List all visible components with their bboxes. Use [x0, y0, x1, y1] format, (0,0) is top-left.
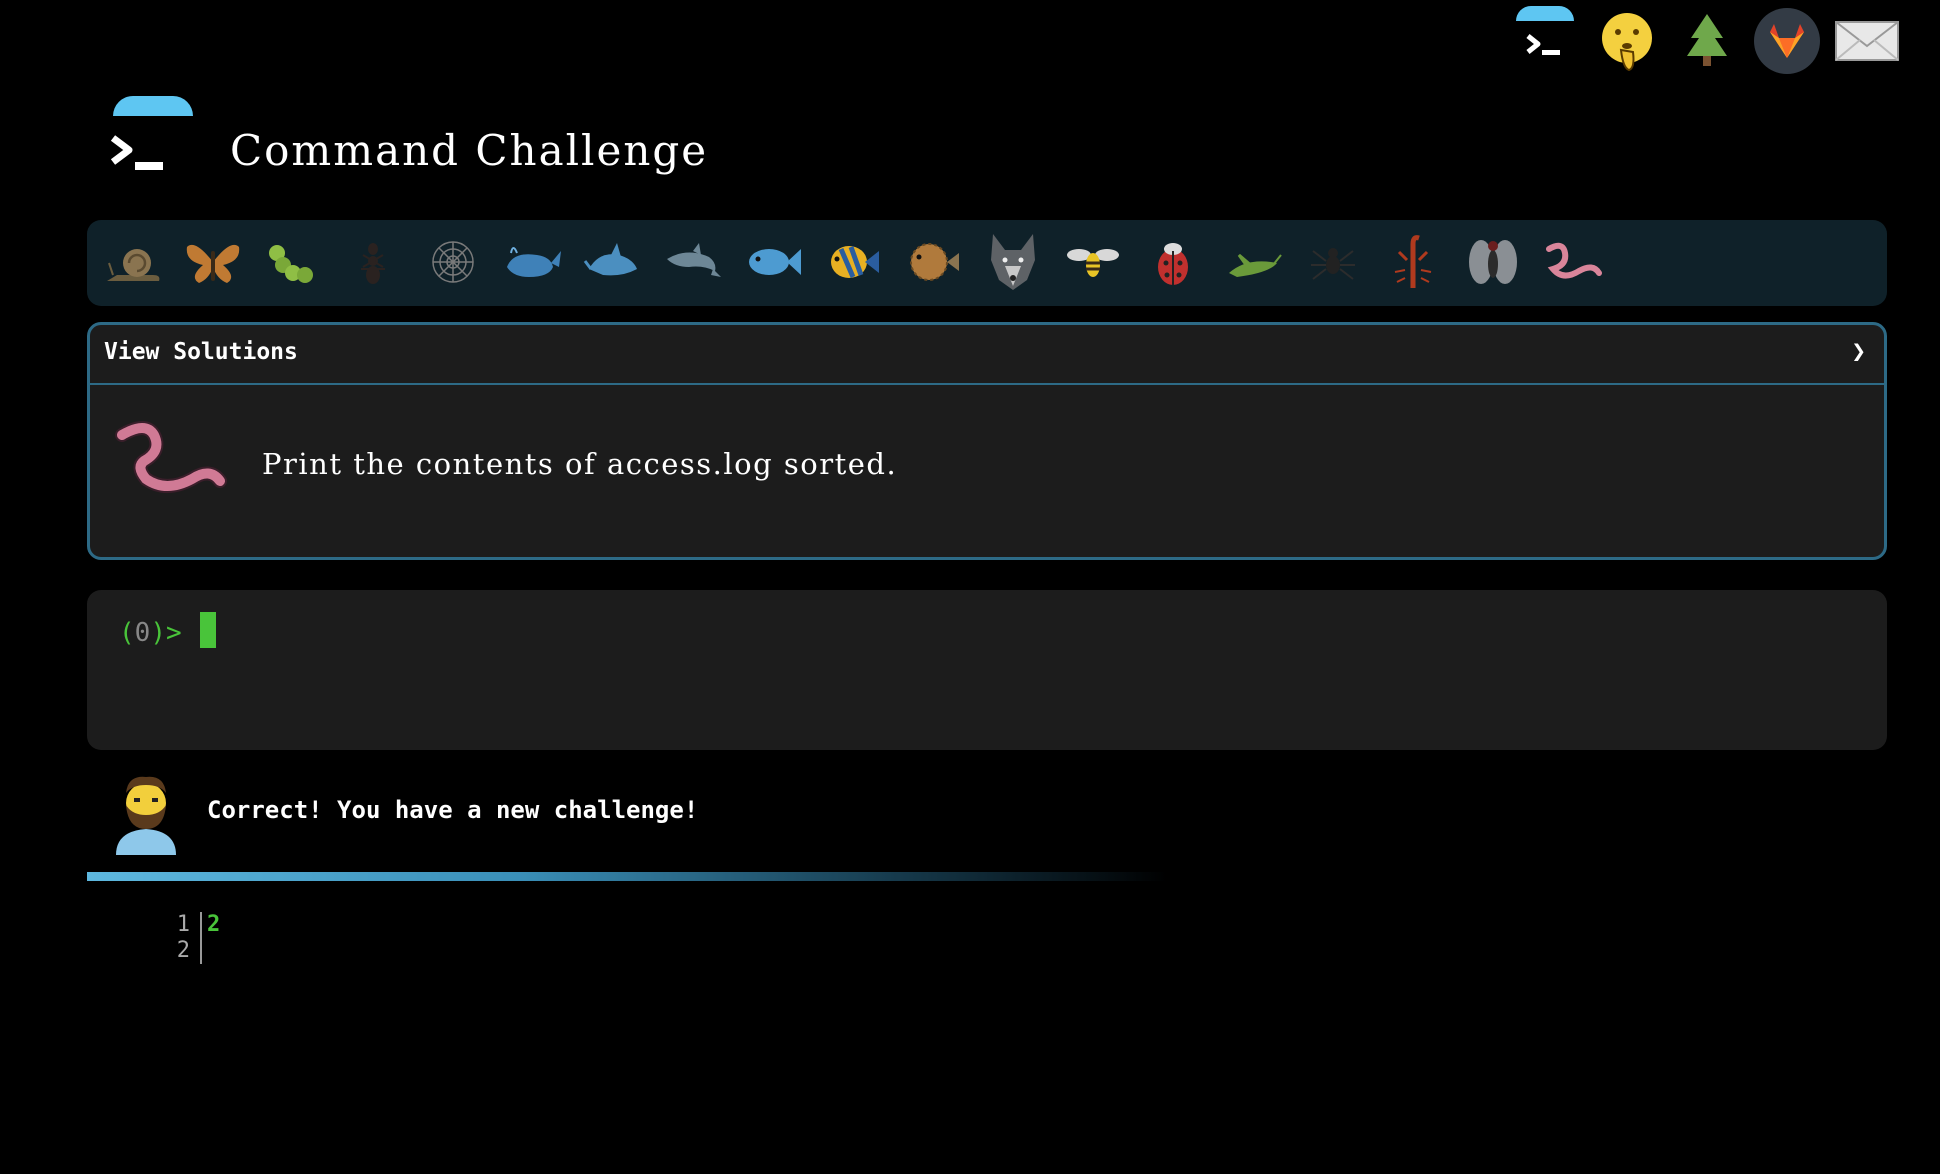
feedback-text: Correct! You have a new challenge!: [207, 796, 699, 824]
dolphin-icon[interactable]: [661, 230, 725, 294]
terminal-cursor: [200, 612, 216, 648]
challenge-panel: View Solutions ❯ Print the contents of a…: [87, 322, 1887, 560]
scorpion-icon[interactable]: [1381, 230, 1445, 294]
terminal-logo-icon[interactable]: [105, 96, 193, 181]
chevron-right-icon[interactable]: ❯: [1852, 337, 1866, 365]
page-header: Command Challenge: [100, 96, 1000, 186]
terminal-logo-icon[interactable]: [1510, 6, 1580, 76]
page-title: Command Challenge: [230, 126, 709, 175]
line-number: 2: [176, 938, 190, 963]
challenge-bar: [87, 220, 1887, 306]
ladybug-icon[interactable]: [1141, 230, 1205, 294]
caterpillar-icon[interactable]: [261, 230, 325, 294]
tree-icon[interactable]: [1672, 6, 1742, 76]
fly-icon[interactable]: [1461, 230, 1525, 294]
wolf-icon[interactable]: [981, 230, 1045, 294]
spider-web-icon[interactable]: [421, 230, 485, 294]
shell-prompt: (0)>: [119, 618, 182, 648]
feedback-message: Correct! You have a new challenge!: [87, 768, 1887, 868]
whale-icon[interactable]: [501, 230, 565, 294]
worm-icon: [114, 417, 229, 497]
terminal-input[interactable]: (0)>: [87, 590, 1887, 750]
butterfly-icon[interactable]: [181, 230, 245, 294]
worm-icon[interactable]: [1541, 230, 1605, 294]
progress-bar: [87, 872, 1167, 881]
code-line: 2: [207, 912, 221, 937]
tropical-fish-icon[interactable]: [821, 230, 885, 294]
challenge-prompt: Print the contents of access.log sorted.: [262, 447, 898, 481]
ant-icon[interactable]: [341, 230, 405, 294]
top-nav: [1480, 0, 1940, 80]
shushing-face-icon[interactable]: [1592, 6, 1662, 76]
bee-icon[interactable]: [1061, 230, 1125, 294]
line-number-gutter: 1 2: [145, 912, 202, 964]
avatar: [112, 773, 180, 855]
view-solutions-label: View Solutions: [104, 339, 298, 365]
mail-icon[interactable]: [1832, 6, 1902, 76]
line-number: 1: [176, 912, 190, 937]
view-solutions-header[interactable]: View Solutions ❯: [90, 325, 1884, 385]
blowfish-icon[interactable]: [901, 230, 965, 294]
snail-icon[interactable]: [101, 230, 165, 294]
shark-icon[interactable]: [581, 230, 645, 294]
fish-icon[interactable]: [741, 230, 805, 294]
gitlab-icon[interactable]: [1752, 6, 1822, 76]
cricket-icon[interactable]: [1221, 230, 1285, 294]
spider-icon[interactable]: [1301, 230, 1365, 294]
